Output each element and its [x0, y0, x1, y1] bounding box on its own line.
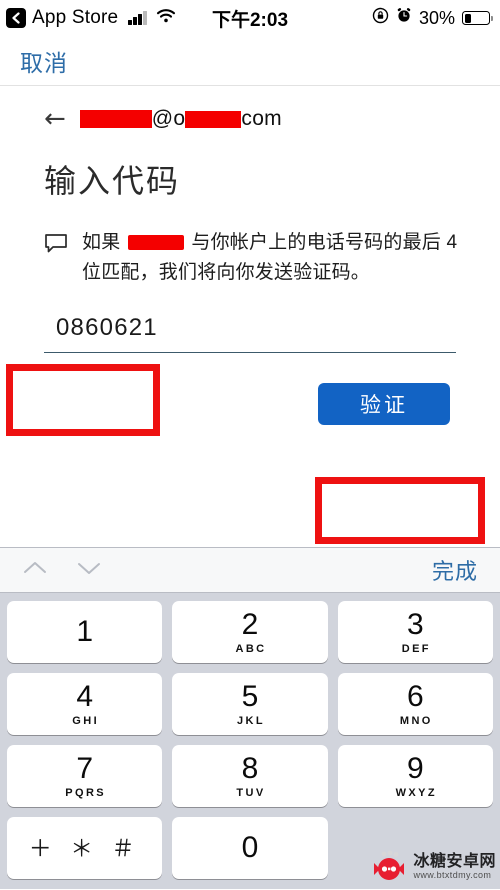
email-at-symbol: @ [151, 107, 174, 130]
keypad-row: 4 GHI 5 JKL 6 MNO [7, 673, 493, 735]
chevron-up-icon[interactable] [22, 560, 48, 581]
redaction-block-username [79, 110, 152, 128]
cellular-signal-icon [128, 11, 147, 25]
key-number: 5 [241, 679, 259, 713]
key-number: 1 [76, 615, 93, 648]
candy-mascot-icon [371, 849, 407, 885]
key-number: 4 [76, 679, 93, 713]
sms-message-icon [44, 233, 68, 288]
main-content: ← @ o com 输入代码 如果 与你帐户上的电话号码的最后 4 位匹配，我们… [0, 86, 500, 544]
keyboard-done-button[interactable]: 完成 [432, 554, 478, 586]
key-number: 7 [76, 751, 93, 785]
key-8[interactable]: 8 TUV [172, 745, 328, 807]
key-0[interactable]: 0 [172, 817, 328, 879]
code-input[interactable] [44, 310, 456, 353]
wifi-icon [156, 7, 176, 29]
verify-row: 验证 [22, 383, 450, 425]
account-email: @ o com [79, 107, 282, 131]
numeric-keyboard: 完成 1 2 ABC 3 DEF 4 GHI 5 JKL 6 MNO 7 PQRS 8 TUV 9 WXYZ ＋ … [0, 547, 500, 889]
keyboard-toolbar: 完成 [0, 547, 500, 593]
hint-text-part1: 如果 [82, 232, 121, 253]
key-5[interactable]: 5 JKL [172, 673, 328, 735]
key-letters: JKL [237, 714, 265, 727]
back-to-app-label[interactable]: App Store [32, 7, 118, 29]
key-letters: PQRS [65, 786, 107, 799]
hint-text: 如果 与你帐户上的电话号码的最后 4 位匹配，我们将向你发送验证码。 [82, 228, 466, 288]
key-number: 0 [241, 831, 259, 864]
battery-percent-label: 30% [418, 7, 455, 28]
rotation-lock-icon [372, 7, 389, 30]
status-bar-right: 30% [372, 7, 493, 30]
key-letters: DEF [401, 642, 431, 655]
code-field-wrapper [44, 310, 478, 353]
key-letters: ABC [235, 642, 267, 655]
keypad: 1 2 ABC 3 DEF 4 GHI 5 JKL 6 MNO 7 PQRS 8 TUV 9 WXYZ ＋ ＊ ＃… [0, 593, 500, 889]
key-number: ＋ ＊ ＃ [28, 834, 141, 861]
key-number: 9 [406, 751, 424, 785]
redaction-block-domain [185, 110, 242, 128]
site-watermark: 冰糖安卓网 www.btxtdmy.com [371, 849, 496, 885]
status-bar: App Store 下午2:03 30% [0, 0, 500, 36]
key-letters: WXYZ [395, 786, 438, 799]
key-1[interactable]: 1 [7, 601, 163, 663]
keypad-row: 1 2 ABC 3 DEF [7, 601, 493, 663]
key-3[interactable]: 3 DEF [337, 601, 493, 663]
email-domain-start: o [173, 107, 186, 130]
keyboard-nav-arrows [22, 560, 102, 581]
key-number: 2 [241, 607, 259, 641]
account-row: ← @ o com [44, 106, 478, 132]
watermark-title: 冰糖安卓网 [413, 852, 496, 870]
redaction-block-phone [127, 235, 184, 251]
key-7[interactable]: 7 PQRS [7, 745, 163, 807]
key-letters: TUV [236, 786, 266, 799]
key-＋＊＃[interactable]: ＋ ＊ ＃ [7, 817, 163, 879]
watermark-url: www.btxtdmy.com [413, 869, 492, 880]
alarm-clock-icon [396, 7, 412, 29]
key-number: 8 [241, 751, 259, 785]
key-letters: GHI [72, 714, 100, 727]
key-4[interactable]: 4 GHI [7, 673, 163, 735]
keypad-row: 7 PQRS 8 TUV 9 WXYZ [7, 745, 493, 807]
status-bar-left: App Store [6, 7, 176, 29]
verify-button[interactable]: 验证 [318, 383, 450, 425]
key-2[interactable]: 2 ABC [172, 601, 328, 663]
key-9[interactable]: 9 WXYZ [337, 745, 493, 807]
chevron-down-icon[interactable] [76, 560, 102, 581]
email-domain-end: com [241, 107, 282, 130]
watermark-text: 冰糖安卓网 www.btxtdmy.com [413, 852, 496, 880]
key-number: 3 [406, 607, 424, 641]
key-letters: MNO [399, 714, 433, 727]
key-6[interactable]: 6 MNO [337, 673, 493, 735]
cancel-button[interactable]: 取消 [20, 44, 68, 78]
battery-icon [462, 11, 493, 25]
back-arrow-icon[interactable]: ← [44, 106, 66, 132]
navigation-bar: 取消 [0, 36, 500, 86]
verify-button-highlight-annotation [315, 477, 485, 544]
page-title: 输入代码 [44, 163, 181, 199]
chevron-left-icon[interactable] [6, 8, 26, 28]
key-number: 6 [406, 679, 424, 713]
hint-row: 如果 与你帐户上的电话号码的最后 4 位匹配，我们将向你发送验证码。 [44, 228, 478, 288]
